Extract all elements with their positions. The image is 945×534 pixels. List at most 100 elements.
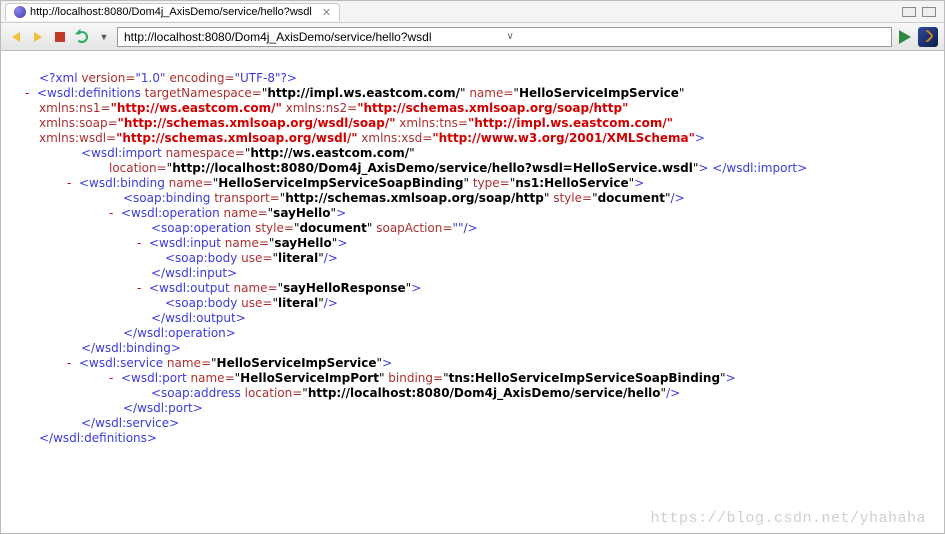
t: encoding=	[166, 71, 235, 85]
url-dropdown-icon[interactable]: ∨	[507, 31, 886, 42]
t: "http://www.w3.org/2001/XMLSchema"	[432, 131, 695, 145]
t: <soap:body	[165, 296, 237, 310]
back-button[interactable]	[7, 28, 25, 46]
xml-viewer: <?xml version="1.0" encoding="UTF-8"?> -…	[1, 51, 944, 531]
t: <soap:body	[165, 251, 237, 265]
collapse-toggle[interactable]: -	[137, 281, 149, 296]
t: <wsdl:binding	[79, 176, 165, 190]
collapse-toggle[interactable]: -	[67, 356, 79, 371]
t: ""	[452, 221, 463, 235]
watermark: https://blog.csdn.net/yhahaha	[650, 510, 926, 527]
app-icon[interactable]	[918, 27, 938, 47]
t: name=	[466, 86, 514, 100]
t: />	[324, 296, 338, 310]
arrow-right-icon	[34, 32, 42, 42]
collapse-toggle[interactable]: -	[137, 236, 149, 251]
t: />	[671, 191, 685, 205]
t: "http://ws.eastcom.com/"	[111, 101, 282, 115]
tab-title: http://localhost:8080/Dom4j_AxisDemo/ser…	[30, 6, 312, 18]
stop-icon	[55, 32, 65, 42]
t: <soap:address	[151, 386, 241, 400]
t: use=	[237, 251, 272, 265]
collapse-toggle[interactable]: -	[25, 86, 37, 101]
play-icon	[899, 30, 911, 44]
toolbar: ▼ http://localhost:8080/Dom4j_AxisDemo/s…	[1, 23, 944, 51]
t: >	[698, 161, 708, 175]
maximize-button[interactable]	[922, 7, 936, 17]
t: "1.0"	[135, 71, 165, 85]
t: location=	[241, 386, 302, 400]
t: targetNamespace=	[141, 86, 262, 100]
t: xmlns:soap=	[39, 116, 118, 130]
t: binding=	[384, 371, 443, 385]
t: </wsdl:binding>	[81, 341, 181, 355]
t: </wsdl:service>	[81, 416, 179, 430]
t: "http://schemas.xmlsoap.org/wsdl/"	[116, 131, 357, 145]
arrow-left-icon	[12, 32, 20, 42]
t: name=	[163, 356, 211, 370]
t: xmlns:ns2=	[282, 101, 357, 115]
t: "http://impl.ws.eastcom.com/"	[468, 116, 673, 130]
tab-bar: http://localhost:8080/Dom4j_AxisDemo/ser…	[1, 1, 944, 23]
url-text: http://localhost:8080/Dom4j_AxisDemo/ser…	[124, 30, 503, 44]
t: xmlns:ns1=	[39, 101, 111, 115]
globe-icon	[14, 6, 26, 18]
t: <wsdl:port	[121, 371, 187, 385]
collapse-toggle[interactable]: -	[67, 176, 79, 191]
t: transport=	[210, 191, 279, 205]
collapse-toggle[interactable]: -	[109, 206, 121, 221]
t: "UTF-8"	[235, 71, 281, 85]
t: />	[324, 251, 338, 265]
t: style=	[549, 191, 592, 205]
close-tab-icon[interactable]: ✕	[322, 6, 331, 19]
t: name=	[165, 176, 213, 190]
t: </wsdl:import>	[708, 161, 807, 175]
t: <wsdl:operation	[121, 206, 220, 220]
t: version=	[78, 71, 136, 85]
refresh-button[interactable]	[73, 28, 91, 46]
t: </wsdl:port>	[123, 401, 203, 415]
t: <wsdl:definitions	[37, 86, 141, 100]
t: name=	[220, 206, 268, 220]
url-input[interactable]: http://localhost:8080/Dom4j_AxisDemo/ser…	[117, 27, 892, 47]
t: >	[726, 371, 736, 385]
t: <wsdl:service	[79, 356, 163, 370]
t: style=	[251, 221, 294, 235]
history-dropdown[interactable]: ▼	[95, 28, 113, 46]
stop-button[interactable]	[51, 28, 69, 46]
t: namespace=	[162, 146, 245, 160]
t: xmlns:xsd=	[357, 131, 432, 145]
t: <soap:binding	[123, 191, 210, 205]
t: >	[695, 131, 705, 145]
t: soapAction=	[372, 221, 452, 235]
t: <wsdl:output	[149, 281, 230, 295]
t: <soap:operation	[151, 221, 251, 235]
t: xmlns:tns=	[395, 116, 467, 130]
t: xmlns:wsdl=	[39, 131, 116, 145]
t: name=	[230, 281, 278, 295]
t: >	[634, 176, 644, 190]
browser-tab[interactable]: http://localhost:8080/Dom4j_AxisDemo/ser…	[5, 3, 340, 21]
t: "http://schemas.xmlsoap.org/soap/http"	[357, 101, 628, 115]
minimize-button[interactable]	[902, 7, 916, 17]
t: >	[336, 206, 346, 220]
t: >	[382, 356, 392, 370]
t: name=	[187, 371, 235, 385]
t: </wsdl:input>	[151, 266, 237, 280]
t: "http://schemas.xmlsoap.org/wsdl/soap/"	[118, 116, 396, 130]
t: ?>	[281, 71, 297, 85]
t: >	[337, 236, 347, 250]
t: <wsdl:import	[81, 146, 162, 160]
t: </wsdl:output>	[151, 311, 246, 325]
forward-button[interactable]	[29, 28, 47, 46]
t: </wsdl:operation>	[123, 326, 236, 340]
collapse-toggle[interactable]: -	[109, 371, 121, 386]
t: >	[411, 281, 421, 295]
t: <wsdl:input	[149, 236, 221, 250]
go-button[interactable]	[896, 28, 914, 46]
t: </wsdl:definitions>	[39, 431, 157, 445]
window-controls	[902, 7, 944, 17]
t: location=	[109, 161, 167, 175]
t: use=	[237, 296, 272, 310]
t: />	[463, 221, 477, 235]
